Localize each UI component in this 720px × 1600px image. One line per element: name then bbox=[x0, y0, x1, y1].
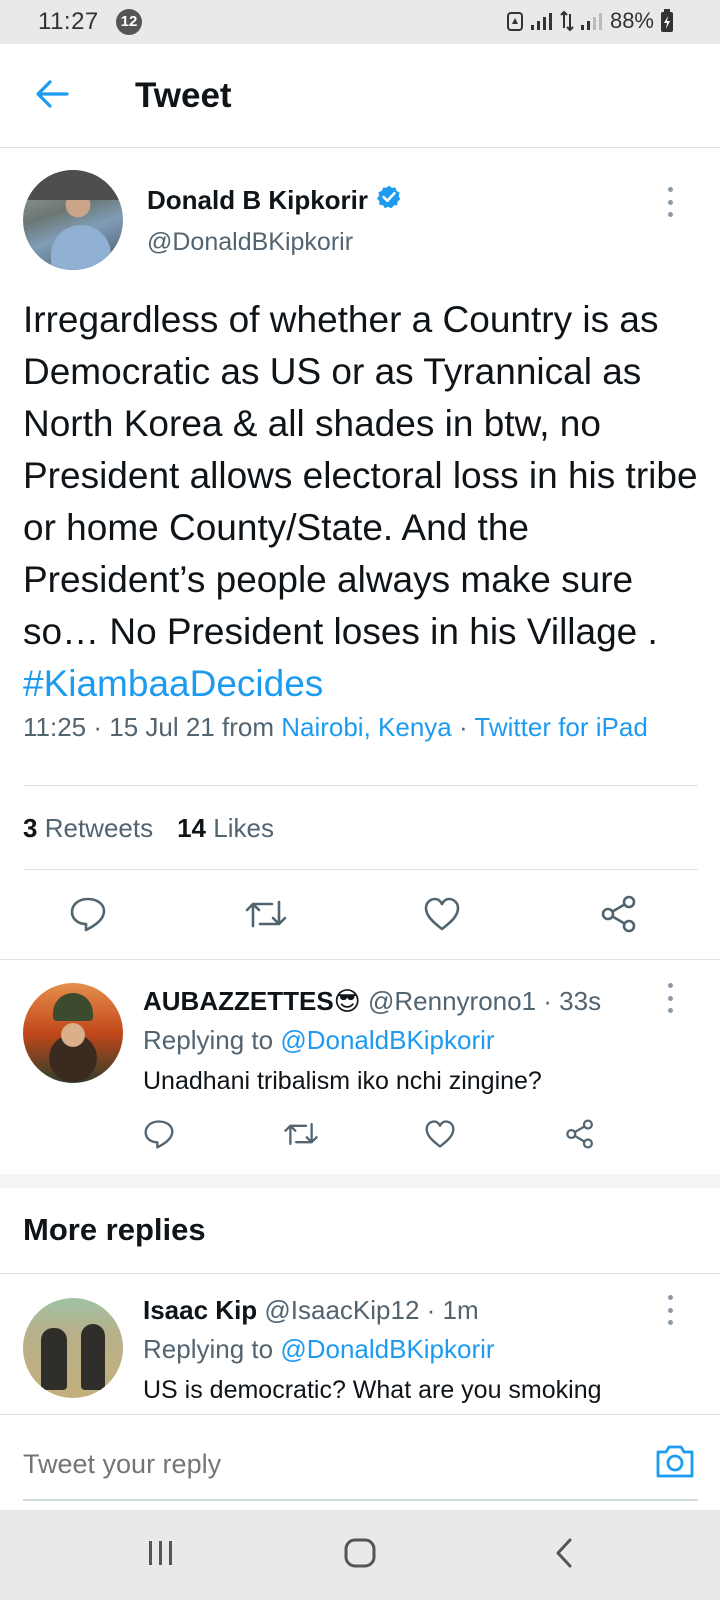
reply-header: AUBAZZETTES😎 @Rennyrono1 · 33s bbox=[143, 986, 601, 1017]
home-icon bbox=[343, 1537, 377, 1574]
divider bbox=[0, 959, 720, 960]
status-bar: 11:27 12 88% bbox=[0, 0, 720, 44]
source-link[interactable]: Twitter for iPad bbox=[474, 712, 647, 742]
camera-button[interactable] bbox=[654, 1442, 696, 1480]
arrow-left-icon bbox=[35, 79, 69, 114]
retweet-icon bbox=[244, 896, 288, 937]
recent-apps-icon bbox=[146, 1539, 176, 1572]
reply-button[interactable] bbox=[139, 1116, 179, 1156]
reply-button[interactable] bbox=[64, 893, 112, 939]
share-button[interactable] bbox=[560, 1116, 600, 1156]
chevron-left-icon bbox=[553, 1537, 575, 1574]
data-transfer-icon bbox=[560, 10, 574, 32]
heart-icon bbox=[424, 1119, 456, 1154]
reply-text: US is democratic? What are you smoking bbox=[143, 1376, 602, 1404]
battery-level: 88% bbox=[609, 8, 654, 33]
share-button[interactable] bbox=[595, 893, 643, 939]
replying-to: Replying to @DonaldBKipkorir bbox=[143, 1334, 495, 1365]
reply-header: Isaac Kip @IsaacKip12 · 1m bbox=[143, 1295, 479, 1326]
reply-text: Unadhani tribalism iko nchi zingine? bbox=[143, 1067, 542, 1095]
tweet-stats: 3 Retweets 14 Likes bbox=[23, 813, 274, 844]
divider bbox=[0, 1273, 720, 1274]
like-button[interactable] bbox=[420, 1116, 460, 1156]
replying-to: Replying to @DonaldBKipkorir bbox=[143, 1025, 495, 1056]
back-nav-button[interactable] bbox=[534, 1532, 594, 1578]
composer-underline bbox=[23, 1499, 698, 1501]
reply-input[interactable] bbox=[23, 1449, 583, 1480]
page-title: Tweet bbox=[135, 76, 232, 115]
meta-separator: · bbox=[451, 712, 475, 742]
reply-handle-time[interactable]: @Rennyrono1 · 33s bbox=[361, 986, 601, 1016]
likes-label: Likes bbox=[213, 813, 274, 843]
author-name-row[interactable]: Donald B Kipkorir bbox=[147, 184, 402, 217]
retweet-icon bbox=[283, 1119, 319, 1154]
home-button[interactable] bbox=[330, 1532, 390, 1578]
camera-icon bbox=[654, 1445, 696, 1484]
retweet-button[interactable] bbox=[242, 893, 290, 939]
app-header: Tweet bbox=[0, 44, 720, 148]
replying-prefix: Replying to bbox=[143, 1025, 281, 1055]
hashtag-link[interactable]: #KiambaaDecides bbox=[23, 663, 323, 704]
share-icon bbox=[600, 895, 638, 938]
likes-stat[interactable]: 14 Likes bbox=[177, 813, 274, 843]
tweet-actions bbox=[0, 893, 720, 939]
retweets-label: Retweets bbox=[44, 813, 154, 843]
reply-handle-time[interactable]: @IsaacKip12 · 1m bbox=[257, 1295, 478, 1325]
system-nav-bar bbox=[0, 1510, 720, 1600]
reply-actions bbox=[0, 1116, 720, 1156]
like-button[interactable] bbox=[418, 893, 466, 939]
retweet-button[interactable] bbox=[281, 1116, 321, 1156]
tweet-text: Irregardless of whether a Country is as … bbox=[23, 294, 703, 710]
notification-count-badge: 12 bbox=[116, 9, 142, 35]
status-icons: 88% bbox=[506, 8, 674, 34]
replying-prefix: Replying to bbox=[143, 1334, 281, 1364]
reply-composer bbox=[0, 1414, 720, 1510]
comment-icon bbox=[69, 896, 107, 937]
comment-icon bbox=[143, 1119, 175, 1154]
more-options-icon[interactable] bbox=[665, 187, 675, 217]
more-options-icon[interactable] bbox=[665, 983, 675, 1013]
divider bbox=[23, 869, 698, 870]
status-time: 11:27 bbox=[38, 8, 99, 35]
retweets-count: 3 bbox=[23, 813, 38, 843]
more-replies-heading: More replies bbox=[23, 1212, 206, 1247]
tweet-timestamp: 11:25 · 15 Jul 21 from bbox=[23, 712, 282, 742]
signal-icon-2 bbox=[580, 11, 604, 31]
replying-to-link[interactable]: @DonaldBKipkorir bbox=[280, 1334, 494, 1364]
recycle-icon bbox=[506, 10, 524, 32]
likes-count: 14 bbox=[177, 813, 207, 843]
more-options-icon[interactable] bbox=[665, 1295, 675, 1325]
reply-author-name[interactable]: AUBAZZETTES😎 bbox=[143, 986, 361, 1016]
recent-apps-button[interactable] bbox=[131, 1532, 191, 1578]
replying-to-link[interactable]: @DonaldBKipkorir bbox=[280, 1025, 494, 1055]
author-avatar[interactable] bbox=[23, 170, 123, 270]
share-icon bbox=[565, 1118, 595, 1154]
reply-avatar[interactable] bbox=[23, 983, 123, 1083]
author-name[interactable]: Donald B Kipkorir bbox=[147, 185, 368, 216]
verified-badge-icon bbox=[376, 184, 402, 217]
tweet-metadata: 11:25 · 15 Jul 21 from Nairobi, Kenya · … bbox=[23, 712, 648, 743]
heart-icon bbox=[423, 896, 461, 937]
location-link[interactable]: Nairobi, Kenya bbox=[281, 712, 452, 742]
signal-icon bbox=[530, 11, 554, 31]
reply-author-name[interactable]: Isaac Kip bbox=[143, 1295, 257, 1325]
tweet-body: Irregardless of whether a Country is as … bbox=[23, 299, 698, 652]
divider bbox=[23, 785, 698, 786]
battery-charging-icon bbox=[660, 9, 674, 33]
reply-avatar[interactable] bbox=[23, 1298, 123, 1398]
author-handle[interactable]: @DonaldBKipkorir bbox=[147, 228, 353, 257]
back-button[interactable] bbox=[28, 74, 76, 118]
retweets-stat[interactable]: 3 Retweets bbox=[23, 813, 153, 843]
section-divider bbox=[0, 1174, 720, 1188]
